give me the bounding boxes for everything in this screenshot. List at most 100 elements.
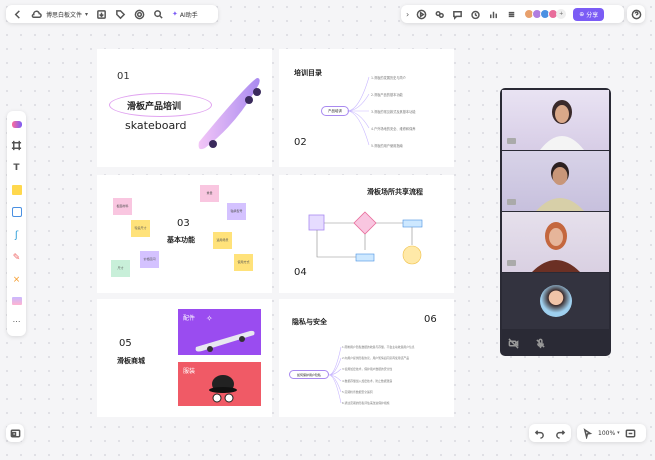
file-name[interactable]: 博思白板文件 <box>46 10 82 19</box>
card-number: 05 <box>119 338 132 349</box>
ai-label: AI助手 <box>179 11 198 19</box>
pen-icon[interactable]: ✎ <box>13 253 21 263</box>
fit-screen-icon[interactable] <box>625 428 636 439</box>
ai-assistant-button[interactable]: ✦ AI助手 <box>172 10 198 19</box>
back-icon[interactable] <box>12 9 23 20</box>
share-button[interactable]: ⊕ 分享 <box>573 7 605 21</box>
mic-off-icon[interactable] <box>535 338 546 349</box>
accessories-panel[interactable]: 配件 ✧ <box>178 309 261 355</box>
slide-card-04[interactable]: 滑板场所共享流程 04 <box>279 175 454 293</box>
camera-off-icon[interactable] <box>508 338 519 349</box>
person-silhouette <box>536 162 584 211</box>
ai-icon: ✦ <box>172 10 178 18</box>
collaborate-icon[interactable] <box>434 9 445 20</box>
accessories-tag: 配件 <box>183 315 196 322</box>
mindmap-item: 3.使用加密技术，保护用户数据的安全性 <box>342 367 393 371</box>
mindmap-item: 5.滑板的用户使用指南 <box>371 144 403 148</box>
sparkle-icon: ✧ <box>206 314 213 323</box>
hat-illustration <box>209 375 237 403</box>
sticky-note: 轮毂尺寸 <box>131 220 150 237</box>
person-silhouette <box>540 100 584 150</box>
camera-icon <box>507 138 516 144</box>
more-icon[interactable]: ⋯ <box>13 317 21 326</box>
color-palette-icon[interactable] <box>11 121 22 129</box>
slide-card-05[interactable]: 05 滑板商城 配件 ✧ 服装 <box>97 299 272 417</box>
participant-video-2[interactable] <box>502 151 609 211</box>
minimap-icon <box>10 428 21 439</box>
minimap-button[interactable] <box>6 424 24 442</box>
card-title: 滑板商城 <box>117 357 145 365</box>
mindmap-item: 1.滑板的发展历史与简介 <box>371 76 406 80</box>
help-icon <box>631 9 642 20</box>
pointer-icon[interactable] <box>582 427 593 439</box>
search-icon[interactable] <box>153 9 164 20</box>
camera-icon <box>507 199 516 205</box>
share-label: 分享 <box>586 11 599 19</box>
zoom-chevron-icon[interactable]: ▾ <box>617 430 620 436</box>
zoom-level[interactable]: 100% <box>598 430 615 437</box>
self-video-tile[interactable] <box>502 273 609 329</box>
sticky-note: 尺寸 <box>111 260 130 277</box>
participant-video-1[interactable] <box>502 90 609 150</box>
skateboard-illustration <box>198 78 261 150</box>
chevron-right-icon[interactable]: › <box>406 10 409 19</box>
play-icon[interactable] <box>416 9 427 20</box>
mindmap-center-node: 如何保护用户隐私 <box>289 370 329 379</box>
timer-icon[interactable] <box>470 9 481 20</box>
export-icon[interactable] <box>96 9 107 20</box>
settings-icon[interactable] <box>134 9 145 20</box>
slide-card-01[interactable]: 01 滑板产品培训 skateboard <box>97 49 272 167</box>
mindmap-item: 3.滑板的常见款式及其基本功能 <box>371 110 416 114</box>
card-number: 03 <box>177 218 190 229</box>
mindmap-item: 4.数据存储加入加密技术，防止数据泄露 <box>342 379 393 383</box>
mindmap-icon[interactable]: ⨯ <box>13 275 21 285</box>
cloud-icon <box>31 9 42 20</box>
mindmap-item: 1.限制用户隐私数据的收集与存储，不会主动收集用户信息 <box>342 345 415 349</box>
mindmap-center-node: 产品培训 <box>321 106 349 116</box>
connector-icon[interactable]: ʃ <box>15 230 18 241</box>
clothing-tag: 服装 <box>183 368 196 375</box>
help-button[interactable] <box>627 5 645 23</box>
zoom-bar: 100% ▾ <box>577 424 646 442</box>
undo-icon[interactable] <box>534 428 545 439</box>
card-number: 01 <box>117 71 130 82</box>
undo-redo-bar <box>529 424 571 442</box>
comment-icon[interactable] <box>452 9 463 20</box>
slide-card-03[interactable]: 板面材料 轮毂尺寸 重量 轴承型号 适用场景 价格区间 尺寸 使用方式 03 基… <box>97 175 272 293</box>
frame-icon[interactable] <box>11 140 22 151</box>
slide-card-06[interactable]: 隐私与安全 06 如何保护用户隐私 1.限制用户隐私数据的收集与存储，不会主动收… <box>279 299 454 417</box>
participant-video-3[interactable] <box>502 212 609 272</box>
redo-icon[interactable] <box>555 428 566 439</box>
collaborator-avatars[interactable]: + <box>524 9 567 19</box>
tag-icon[interactable] <box>115 9 126 20</box>
mindmap-lines <box>346 76 370 146</box>
user-plus-icon: ⊕ <box>579 10 585 18</box>
more-tools-icon[interactable] <box>506 9 517 20</box>
text-icon[interactable]: T <box>13 163 19 173</box>
slide-card-02[interactable]: 培训目录 02 产品培训 1.滑板的发展历史与简介 2.滑板产品的基本功能 3.… <box>279 49 454 167</box>
chevron-down-icon[interactable]: ▾ <box>85 11 88 18</box>
mindmap-item: 2.滑板产品的基本功能 <box>371 93 403 97</box>
mindmap-item: 2.向用户提供隐私协议，用户知情后同意再使用该产品 <box>342 356 409 360</box>
sticky-note-icon[interactable] <box>11 185 22 196</box>
chart-icon[interactable] <box>488 9 499 20</box>
top-right-toolbar: › + ⊕ 分享 <box>401 5 624 23</box>
person-silhouette <box>532 222 580 272</box>
card-number: 04 <box>294 267 307 278</box>
self-avatar <box>539 285 572 317</box>
card-title: 滑板产品培训 <box>127 102 182 112</box>
card-title: 基本功能 <box>167 236 195 244</box>
sticky-note: 重量 <box>200 185 219 202</box>
mindmap-item: 5.定期检查数据安全漏洞 <box>342 390 373 394</box>
template-icon[interactable] <box>11 296 22 305</box>
sticky-note: 板面材料 <box>113 198 132 215</box>
mindmap-item: 4.户外场地的安全、维修和保养 <box>371 127 416 131</box>
clothing-panel[interactable]: 服装 <box>178 362 261 406</box>
sticky-note: 适用场景 <box>213 232 232 249</box>
shape-icon[interactable] <box>11 207 22 218</box>
avatar-more-count: + <box>556 9 567 19</box>
sticky-note: 价格区间 <box>140 251 159 268</box>
sticky-note: 轴承型号 <box>227 203 246 220</box>
sticky-note: 使用方式 <box>234 254 253 271</box>
mindmap-item: 6.通过定期的隐私评估来改进保护措施 <box>342 401 390 405</box>
